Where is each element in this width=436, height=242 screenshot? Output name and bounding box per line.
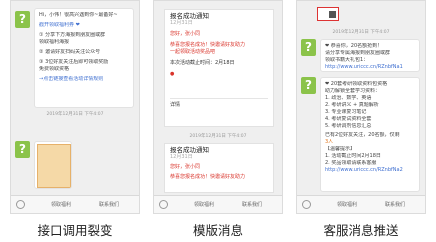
card-greeting: 您好，张小同 <box>170 31 201 37</box>
message-line: 免费领取资格 <box>39 66 70 72</box>
message-line: 5. 考研调剂信息汇总 <box>325 123 372 129</box>
card-detail-link[interactable]: 详情 <box>170 102 268 109</box>
timestamp: 2019年12月31日 下午4:07 <box>46 112 104 117</box>
menu-item-contact[interactable]: 联系我们 <box>242 201 262 208</box>
menu-item-welfare[interactable]: 领取福利 <box>51 201 71 208</box>
message-line: 4. 考研复试资料全套 <box>325 116 372 122</box>
bottom-menu-bar: 领取福利 联系我们 <box>297 195 425 213</box>
card-date: 12月31日 <box>170 20 193 26</box>
qr-code-icon <box>329 11 336 18</box>
keyboard-icon[interactable] <box>159 200 168 209</box>
message-line: ② 邀请好友扫码关注公众号 <box>39 49 101 55</box>
message-line: 3. 专业课复习笔记 <box>325 109 367 115</box>
menu-item-welfare[interactable]: 领取福利 <box>194 201 214 208</box>
timestamp: 2019年12月31日 下午4:07 <box>332 30 390 35</box>
keyboard-icon[interactable] <box>16 200 25 209</box>
message-line: 【温馨提示】 <box>325 146 356 152</box>
card-title: 报名成功通知 <box>170 12 209 20</box>
bottom-menu-bar: 领取福利 联系我们 <box>154 195 282 213</box>
timestamp: 2019年12月31日 下午4:07 <box>189 134 247 139</box>
avatar: ? <box>301 39 316 56</box>
card-note: ● <box>170 71 175 77</box>
message-line: 2. 奖品领取请联系客服 <box>325 160 377 166</box>
caption-template-message: 模版消息 <box>192 223 243 238</box>
template-message-card[interactable]: 报名成功通知 12月31日 您好，张小同 恭喜您报名成功！快邀请好友助力 <box>164 143 274 193</box>
message-line: Hi，小伟！很高兴遇到你~最备好~ <box>39 12 118 18</box>
keyboard-icon[interactable] <box>302 200 311 209</box>
card-body: 本次活动截止时间：2月18日 <box>170 60 235 66</box>
message-bubble: Hi，小伟！很高兴遇到你~最备好~ 戳开领取福利券 ❤ ① 分享下方海报到朋友圈… <box>34 8 134 108</box>
bottom-menu-bar: 领取福利 联系我们 <box>11 195 139 213</box>
message-line: 助力解锁全套学习资料： <box>325 88 381 94</box>
template-message-card[interactable]: 报名成功通知 12月31日 您好，张小同 恭喜您报名成功！快邀请好友助力 一起领… <box>164 9 274 127</box>
caption-customer-service: 客服消息推送 <box>323 223 399 238</box>
avatar: ? <box>301 77 316 94</box>
message-line: ❤ 恭喜你，20名额抢到！ <box>325 43 383 49</box>
message-link[interactable]: →点击链接查看活动详情规则 <box>39 76 129 83</box>
poster-image <box>37 144 71 188</box>
message-link[interactable]: http://www.uriccc.cn/RZnbfNa1 <box>325 64 415 71</box>
caption-interface-fission: 接口调用裂变 <box>37 223 113 238</box>
message-line: 领取书籍大礼包1： <box>325 57 369 63</box>
message-link[interactable]: http://www.uriccc.cn/RZnbfNa2 <box>325 167 415 174</box>
menu-item-welfare[interactable]: 领取福利 <box>337 201 357 208</box>
message-line: ❤ 20套考研领取资料包资格 <box>325 81 388 87</box>
phone-screen-template-message: 报名成功通知 12月31日 您好，张小同 恭喜您报名成功！快邀请好友助力 一起领… <box>153 0 283 214</box>
message-line: 领取福利海报 <box>39 39 70 45</box>
avatar: ? <box>15 11 30 28</box>
card-body: 恭喜您报名成功！快邀请好友助力 <box>170 42 246 48</box>
poster-thumbnail[interactable] <box>317 7 339 21</box>
message-line: 1. 政治、数学、英语 <box>325 95 372 101</box>
menu-item-contact[interactable]: 联系我们 <box>385 201 405 208</box>
card-date: 12月31日 <box>170 154 193 160</box>
menu-item-contact[interactable]: 联系我们 <box>99 201 119 208</box>
card-body: 恭喜您报名成功！快邀请好友助力 <box>170 174 246 180</box>
message-line: ③ 3位好友关注后即可领取奖励 <box>39 59 109 65</box>
card-body: 一起领取活动奖品吧 <box>170 49 216 55</box>
message-bubble: ❤ 20套考研领取资料包资格 助力解锁全套学习资料： 1. 政治、数学、英语 2… <box>320 77 420 192</box>
message-line: 1. 活动截止时间2月18日 <box>325 153 381 159</box>
card-title: 报名成功通知 <box>170 146 209 154</box>
message-bubble: ❤ 恭喜你，20名额抢到！ 请分享专属海报到朋友圈或群 领取书籍大礼包1： ht… <box>320 39 420 72</box>
message-line: 已有2位好友关注，20名额，仅剩 <box>325 132 400 138</box>
phone-screen-customer-service: 2019年12月31日 下午4:07 ? ❤ 恭喜你，20名额抢到！ 请分享专属… <box>296 0 426 214</box>
divider <box>170 98 268 99</box>
phone-screen-interface-fission: ? Hi，小伟！很高兴遇到你~最备好~ 戳开领取福利券 ❤ ① 分享下方海报到朋… <box>10 0 140 214</box>
poster-image-bubble[interactable] <box>34 141 72 189</box>
message-line: 3人 <box>325 139 334 145</box>
message-line: 请分享专属海报到朋友圈或群 <box>325 50 391 56</box>
avatar: ? <box>15 141 30 158</box>
message-line: ① 分享下方海报到朋友圈或群 <box>39 32 106 38</box>
message-line: 2. 考研讲义 + 真题解析 <box>325 102 379 108</box>
card-greeting: 您好，张小同 <box>170 164 201 170</box>
message-link[interactable]: 戳开领取福利券 ❤ <box>39 22 129 29</box>
